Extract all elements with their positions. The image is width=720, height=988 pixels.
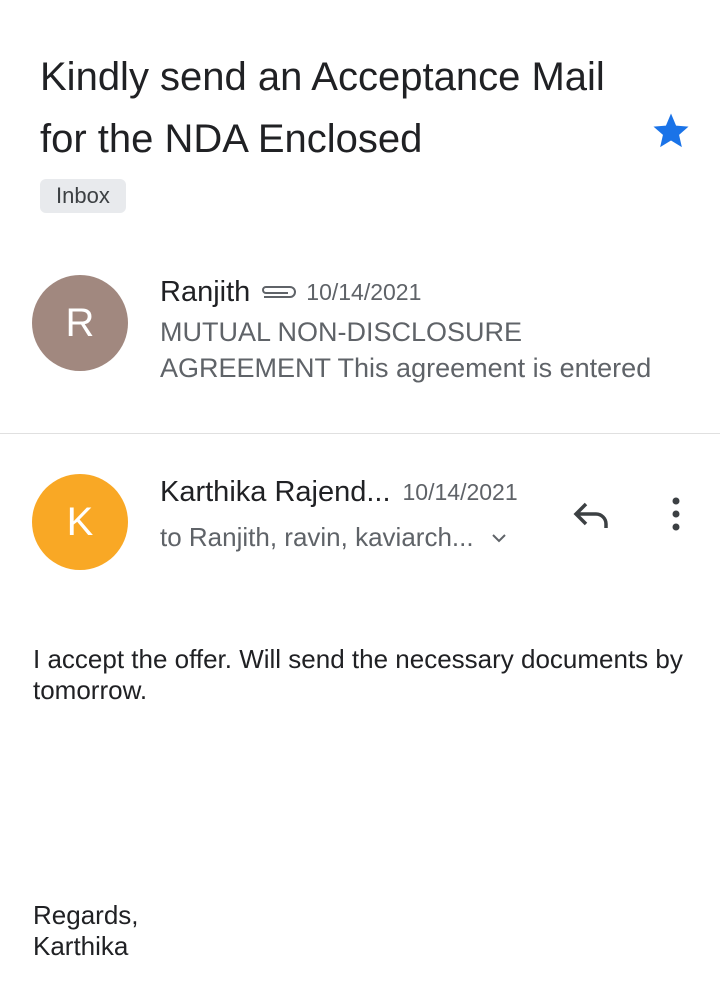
inbox-label[interactable]: Inbox — [40, 179, 126, 213]
more-options-icon[interactable] — [666, 496, 686, 532]
recipients: to Ranjith, ravin, kaviarch... — [160, 522, 474, 552]
attachment-icon — [262, 285, 297, 298]
regards: Regards, — [33, 900, 139, 930]
avatar: R — [32, 275, 128, 371]
recipients-toggle[interactable]: to Ranjith, ravin, kaviarch... — [160, 522, 508, 553]
email-subject: Kindly send an Acceptance Mail for the N… — [40, 55, 605, 161]
sender-name: Karthika Rajend... — [160, 476, 391, 508]
message-snippet: MUTUAL NON-DISCLOSURE AGREEMENT This agr… — [160, 317, 652, 383]
chevron-down-icon — [491, 533, 506, 542]
signature: Karthika — [33, 931, 129, 961]
sender-name: Ranjith — [160, 276, 251, 308]
star-icon[interactable] — [650, 110, 692, 152]
avatar: K — [32, 474, 128, 570]
message-date: 10/14/2021 — [306, 279, 422, 305]
reply-icon[interactable] — [572, 498, 612, 532]
message-body: I accept the offer. Will send the necess… — [33, 644, 683, 705]
message-date: 10/14/2021 — [402, 479, 518, 505]
divider — [0, 433, 720, 434]
